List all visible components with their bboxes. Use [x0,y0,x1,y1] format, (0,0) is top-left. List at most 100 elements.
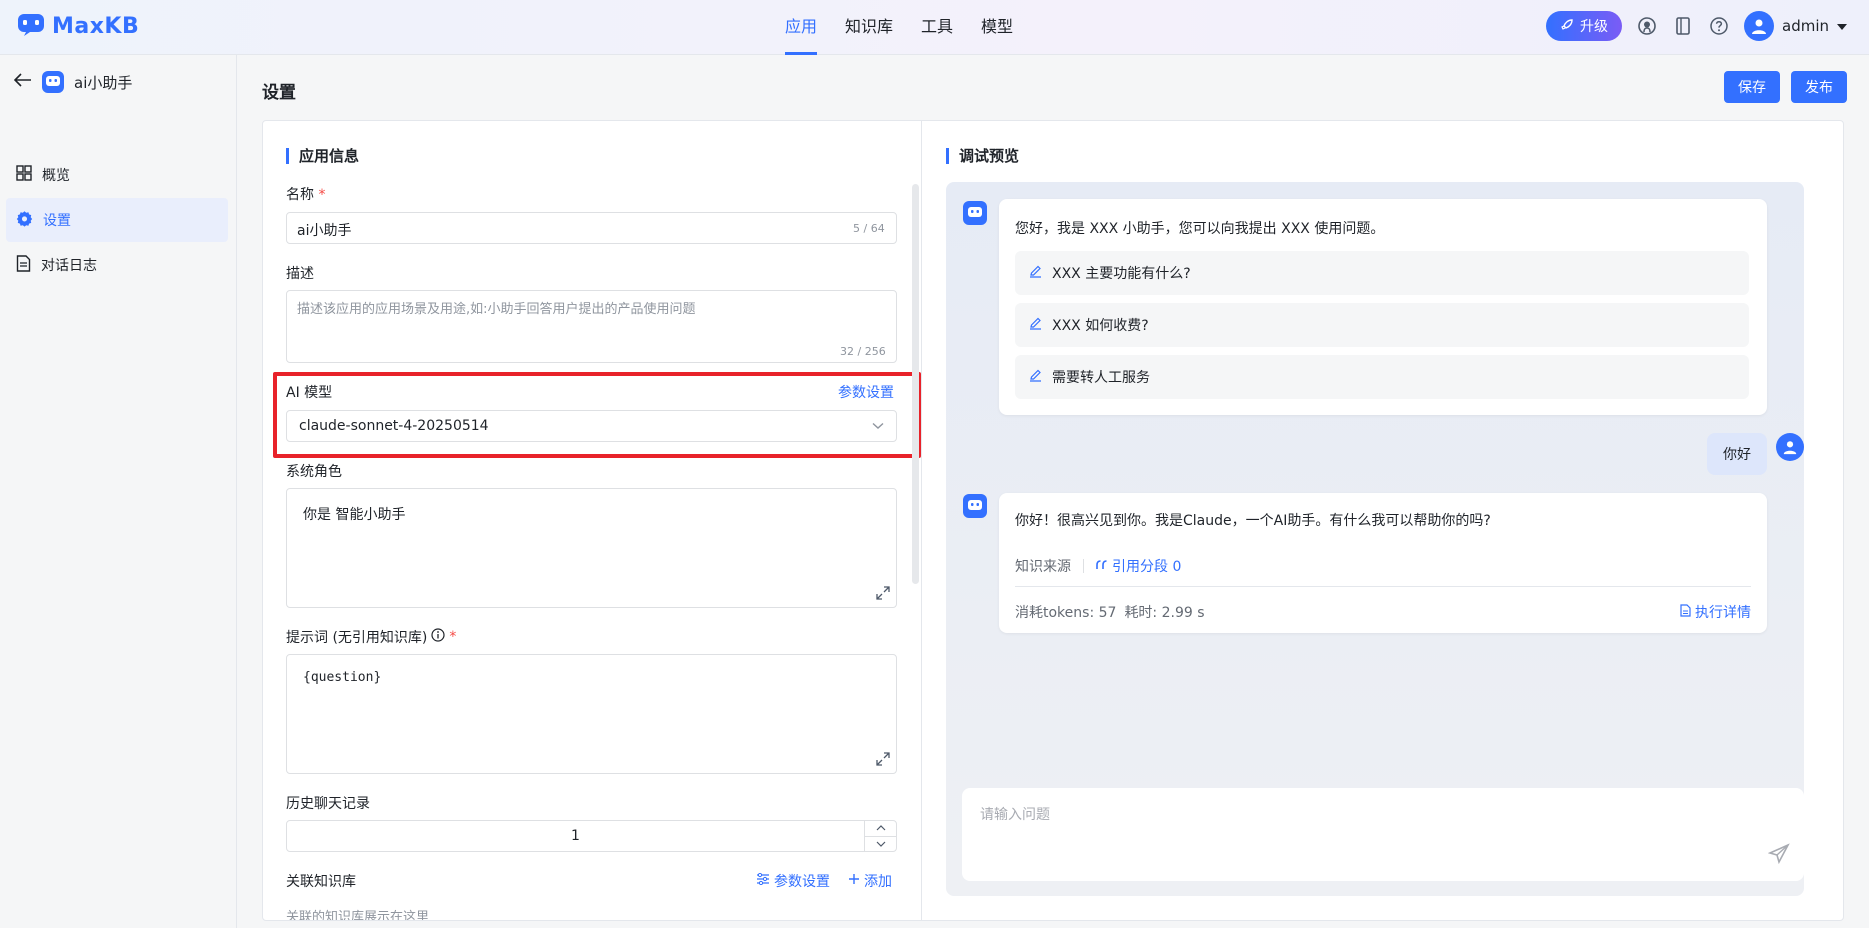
usage-row: 消耗tokens: 57 耗时: 2.99 s [1015,602,1205,622]
prompt-label: 提示词 (无引用知识库) * [286,627,456,647]
suggestion-text: 需要转人工服务 [1052,370,1150,386]
chat-input[interactable]: 请输入问题 [962,788,1804,881]
divider [1015,586,1751,587]
expand-icon[interactable] [876,586,890,604]
tokens-text: 消耗tokens: 57 [1015,605,1117,621]
required-mark: * [318,187,326,203]
quote-icon [1096,558,1108,574]
time-text: 耗时: 2.99 s [1124,605,1205,621]
help-icon[interactable] [1708,15,1730,37]
form-scrollbar[interactable] [912,184,919,584]
edit-icon [1029,265,1042,282]
details-link[interactable]: 执行详情 [1680,602,1751,622]
history-stepper[interactable]: 1 [286,820,897,852]
robot-logo-icon [16,11,46,41]
caret-down-icon [1837,17,1847,35]
nav-knowledge[interactable]: 知识库 [845,0,893,55]
section-title-app-info: 应用信息 [286,148,359,164]
name-input-value: ai小助手 [297,223,352,239]
greeting-text: 您好，我是 XXX 小助手，您可以向我提出 XXX 使用问题。 [1015,221,1385,237]
github-icon[interactable] [1636,15,1658,37]
kb-add-button[interactable]: 添加 [848,871,892,891]
chat-input-placeholder: 请输入问题 [980,807,1050,823]
kb-params-label: 参数设置 [774,874,830,890]
system-role-textarea[interactable]: 你是 智能小助手 [286,488,897,608]
sidebar: ai小助手 概览 设置 对话日志 [0,55,237,928]
details-label: 执行详情 [1695,605,1751,621]
panel-divider [921,120,922,921]
kb-params-link[interactable]: 参数设置 [756,871,830,891]
app-header: ai小助手 [13,71,133,93]
save-button[interactable]: 保存 [1724,71,1780,103]
prompt-textarea[interactable]: {question} [286,654,897,774]
description-label: 描述 [286,266,314,282]
header-actions: 升级 admin [1546,11,1847,41]
send-icon[interactable] [1767,843,1790,869]
upgrade-button[interactable]: 升级 [1546,11,1622,41]
description-placeholder: 描述该应用的应用场景及用途,如:小助手回答用户提出的产品使用问题 [297,302,696,317]
section-title-preview: 调试预览 [946,148,1019,164]
sidebar-menu: 概览 设置 对话日志 [6,153,228,288]
user-avatar-icon [1776,433,1804,461]
document-icon [16,254,31,276]
system-role-value: 你是 智能小助手 [303,507,406,523]
upgrade-label: 升级 [1580,18,1608,34]
bot-avatar-icon [963,201,987,225]
stepper-up-icon[interactable] [865,821,896,837]
sidebar-item-label: 设置 [43,213,71,229]
edit-icon [1029,369,1042,386]
suggestion-chip[interactable]: XXX 如何收费? [1015,303,1749,347]
stepper-controls [864,821,896,851]
sidebar-item-settings[interactable]: 设置 [6,198,228,242]
stepper-down-icon[interactable] [865,837,896,852]
publish-button[interactable]: 发布 [1791,71,1847,103]
app-robot-icon [42,71,64,93]
expand-icon[interactable] [876,752,890,770]
source-label: 知识来源 [1015,559,1071,575]
name-counter: 5 / 64 [853,222,885,235]
system-role-label: 系统角色 [286,464,342,480]
answer-card: 你好！很高兴见到你。我是Claude，一个AI助手。有什么我可以帮助你的吗? 知… [999,493,1767,633]
sidebar-item-overview[interactable]: 概览 [6,153,228,197]
history-value: 1 [571,828,580,844]
avatar [1744,11,1774,41]
required-mark: * [449,629,457,645]
info-icon[interactable] [431,628,445,646]
answer-text: 你好！很高兴见到你。我是Claude，一个AI助手。有什么我可以帮助你的吗? [1015,513,1491,529]
prompt-value: {question} [303,670,382,685]
app-name: ai小助手 [74,73,133,92]
main-nav: 应用 知识库 工具 模型 [785,0,1013,55]
page-title: 设置 [262,83,296,103]
brand-name: MaxKB [52,13,140,39]
sidebar-item-label: 对话日志 [41,258,97,274]
edit-icon [1029,317,1042,334]
suggestion-chip[interactable]: 需要转人工服务 [1015,355,1749,399]
user-menu[interactable]: admin [1744,11,1847,41]
description-textarea[interactable]: 描述该应用的应用场景及用途,如:小助手回答用户提出的产品使用问题 [286,290,897,363]
top-bar: MaxKB 应用 知识库 工具 模型 升级 admin [0,0,1869,55]
history-label: 历史聊天记录 [286,796,370,812]
sidebar-item-chat-logs[interactable]: 对话日志 [6,243,228,287]
cite-label: 引用分段 0 [1112,559,1182,575]
name-input[interactable]: ai小助手 [286,212,897,244]
cite-link[interactable]: 引用分段 0 [1096,556,1181,576]
suggestion-text: XXX 主要功能有什么? [1052,266,1191,282]
nav-models[interactable]: 模型 [981,0,1013,55]
knowledge-base-label: 关联知识库 [286,874,356,890]
name-label: 名称 * [286,184,325,204]
suggestion-chip[interactable]: XXX 主要功能有什么? [1015,251,1749,295]
book-icon[interactable] [1672,15,1694,37]
back-arrow-icon[interactable] [13,73,32,91]
document-icon [1680,603,1691,621]
grid-icon [16,165,32,185]
nav-apps[interactable]: 应用 [785,0,818,55]
sidebar-item-label: 概览 [42,168,70,184]
name-label-text: 名称 [286,187,314,203]
rocket-icon [1560,18,1574,35]
logo[interactable]: MaxKB [16,11,139,41]
nav-tools[interactable]: 工具 [921,0,953,55]
suggestion-text: XXX 如何收费? [1052,318,1149,334]
highlight-box [273,372,921,458]
kb-hint: 关联的知识库展示在这里 [286,910,430,920]
kb-add-label: 添加 [864,874,892,890]
